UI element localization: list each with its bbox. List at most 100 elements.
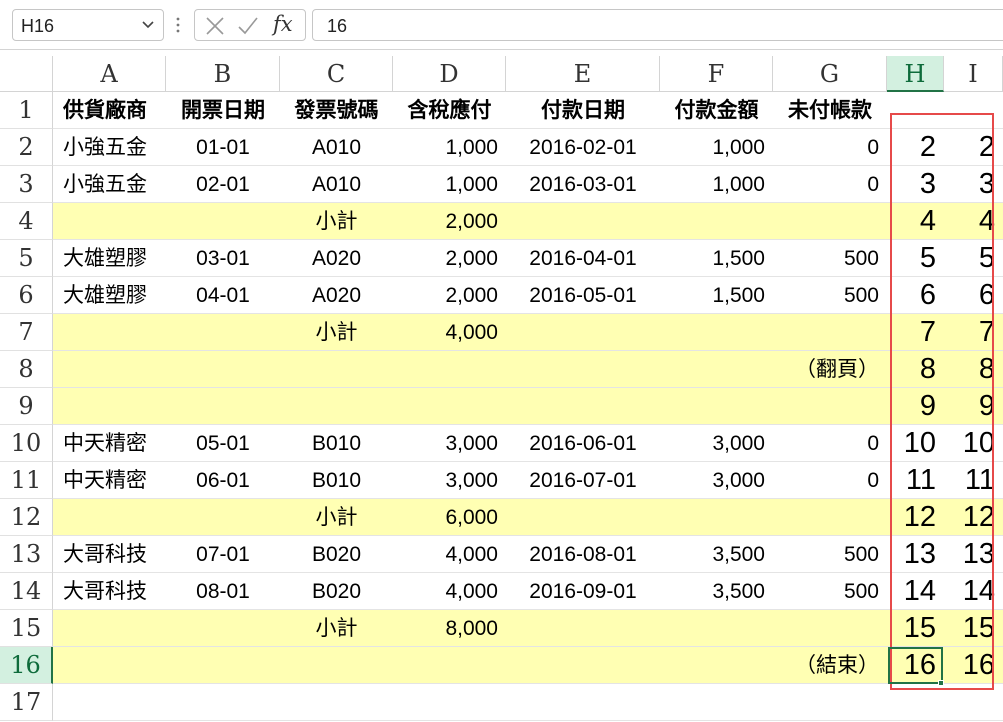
- cancel-icon[interactable]: [205, 17, 225, 35]
- cell-c10[interactable]: B010: [280, 425, 393, 462]
- cell-c7[interactable]: 小計: [280, 314, 393, 351]
- row-header-10[interactable]: 10: [0, 425, 53, 462]
- cell-e13[interactable]: 2016-08-01: [506, 536, 660, 573]
- sheet-grid[interactable]: 供貨廠商 開票日期 發票號碼 含稅應付 付款日期 付款金額 未付帳款 小強五金 01-01 A01…: [53, 92, 1003, 722]
- cell-f2[interactable]: 1,000: [660, 129, 773, 166]
- cell-d10[interactable]: 3,000: [393, 425, 506, 462]
- row-header-8[interactable]: 8: [0, 351, 53, 388]
- cell-f10[interactable]: 3,000: [660, 425, 773, 462]
- cell-a1[interactable]: 供貨廠商: [53, 92, 166, 129]
- cell-c4[interactable]: 小計: [280, 203, 393, 240]
- cell-d15[interactable]: 8,000: [393, 610, 506, 647]
- column-header-b[interactable]: B: [166, 56, 280, 92]
- row-header-3[interactable]: 3: [0, 166, 53, 203]
- cell-g13[interactable]: 500: [773, 536, 887, 573]
- cell-g6[interactable]: 500: [773, 277, 887, 314]
- cell-g2[interactable]: 0: [773, 129, 887, 166]
- column-header-h[interactable]: H: [887, 56, 944, 92]
- column-header-i[interactable]: I: [944, 56, 1003, 92]
- row-header-14[interactable]: 14: [0, 573, 53, 610]
- cell-b1[interactable]: 開票日期: [166, 92, 280, 129]
- cell-b3[interactable]: 02-01: [166, 166, 280, 203]
- cell-b10[interactable]: 05-01: [166, 425, 280, 462]
- cell-a14[interactable]: 大哥科技: [53, 573, 166, 610]
- row-header-2[interactable]: 2: [0, 129, 53, 166]
- cell-e6[interactable]: 2016-05-01: [506, 277, 660, 314]
- cell-e3[interactable]: 2016-03-01: [506, 166, 660, 203]
- cell-g11[interactable]: 0: [773, 462, 887, 499]
- chevron-down-icon[interactable]: [139, 15, 157, 33]
- cell-f14[interactable]: 3,500: [660, 573, 773, 610]
- cell-a11[interactable]: 中天精密: [53, 462, 166, 499]
- cell-g3[interactable]: 0: [773, 166, 887, 203]
- row-header-7[interactable]: 7: [0, 314, 53, 351]
- cell-g16[interactable]: （結束）: [773, 647, 887, 684]
- cell-d4[interactable]: 2,000: [393, 203, 506, 240]
- column-header-f[interactable]: F: [660, 56, 773, 92]
- row-header-12[interactable]: 12: [0, 499, 53, 536]
- cell-c11[interactable]: B010: [280, 462, 393, 499]
- cell-e14[interactable]: 2016-09-01: [506, 573, 660, 610]
- cell-c12[interactable]: 小計: [280, 499, 393, 536]
- cell-e5[interactable]: 2016-04-01: [506, 240, 660, 277]
- cell-e2[interactable]: 2016-02-01: [506, 129, 660, 166]
- cell-g8[interactable]: （翻頁）: [773, 351, 887, 388]
- cell-d11[interactable]: 3,000: [393, 462, 506, 499]
- cell-c3[interactable]: A010: [280, 166, 393, 203]
- row-header-15[interactable]: 15: [0, 610, 53, 647]
- cell-b14[interactable]: 08-01: [166, 573, 280, 610]
- row-header-9[interactable]: 9: [0, 388, 53, 425]
- select-all-corner[interactable]: [0, 56, 53, 92]
- cell-a13[interactable]: 大哥科技: [53, 536, 166, 573]
- name-box[interactable]: H16: [12, 9, 164, 41]
- row-header-16[interactable]: 16: [0, 647, 53, 684]
- cell-b13[interactable]: 07-01: [166, 536, 280, 573]
- cell-d14[interactable]: 4,000: [393, 573, 506, 610]
- cell-f1[interactable]: 付款金額: [660, 92, 773, 129]
- cell-e10[interactable]: 2016-06-01: [506, 425, 660, 462]
- cell-d12[interactable]: 6,000: [393, 499, 506, 536]
- cell-b6[interactable]: 04-01: [166, 277, 280, 314]
- cell-c15[interactable]: 小計: [280, 610, 393, 647]
- cell-d7[interactable]: 4,000: [393, 314, 506, 351]
- insert-function-icon[interactable]: fx: [273, 12, 293, 36]
- cell-f3[interactable]: 1,000: [660, 166, 773, 203]
- cell-g14[interactable]: 500: [773, 573, 887, 610]
- cell-g5[interactable]: 500: [773, 240, 887, 277]
- cell-b11[interactable]: 06-01: [166, 462, 280, 499]
- cell-c13[interactable]: B020: [280, 536, 393, 573]
- cell-c1[interactable]: 發票號碼: [280, 92, 393, 129]
- column-header-g[interactable]: G: [773, 56, 887, 92]
- cell-a2[interactable]: 小強五金: [53, 129, 166, 166]
- cell-e11[interactable]: 2016-07-01: [506, 462, 660, 499]
- cell-c5[interactable]: A020: [280, 240, 393, 277]
- cell-d6[interactable]: 2,000: [393, 277, 506, 314]
- cell-d3[interactable]: 1,000: [393, 166, 506, 203]
- cell-a10[interactable]: 中天精密: [53, 425, 166, 462]
- confirm-icon[interactable]: [237, 16, 259, 36]
- row-header-11[interactable]: 11: [0, 462, 53, 499]
- formula-input[interactable]: 16: [312, 9, 1003, 41]
- cell-a6[interactable]: 大雄塑膠: [53, 277, 166, 314]
- cell-f13[interactable]: 3,500: [660, 536, 773, 573]
- cell-c6[interactable]: A020: [280, 277, 393, 314]
- row-header-6[interactable]: 6: [0, 277, 53, 314]
- cell-d13[interactable]: 4,000: [393, 536, 506, 573]
- row-header-4[interactable]: 4: [0, 203, 53, 240]
- fill-handle[interactable]: [938, 680, 944, 686]
- column-header-d[interactable]: D: [393, 56, 506, 92]
- cell-b5[interactable]: 03-01: [166, 240, 280, 277]
- row-header-1[interactable]: 1: [0, 92, 53, 129]
- cell-c14[interactable]: B020: [280, 573, 393, 610]
- cell-a5[interactable]: 大雄塑膠: [53, 240, 166, 277]
- row-header-13[interactable]: 13: [0, 536, 53, 573]
- cell-f5[interactable]: 1,500: [660, 240, 773, 277]
- row-header-5[interactable]: 5: [0, 240, 53, 277]
- cell-e1[interactable]: 付款日期: [506, 92, 660, 129]
- column-header-a[interactable]: A: [53, 56, 166, 92]
- cell-g10[interactable]: 0: [773, 425, 887, 462]
- column-header-c[interactable]: C: [280, 56, 393, 92]
- cell-f6[interactable]: 1,500: [660, 277, 773, 314]
- cell-d1[interactable]: 含稅應付: [393, 92, 506, 129]
- cell-c2[interactable]: A010: [280, 129, 393, 166]
